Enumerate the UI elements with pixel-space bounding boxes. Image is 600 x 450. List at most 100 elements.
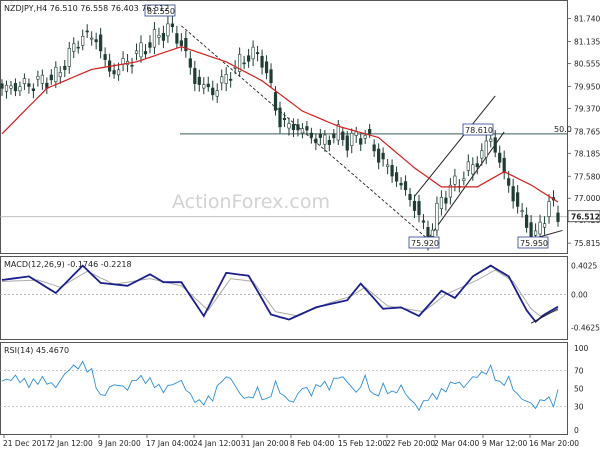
candle-body	[498, 152, 502, 163]
candle-body	[350, 132, 354, 147]
candle-body	[63, 65, 67, 70]
candle-body	[291, 123, 296, 131]
candle-body	[0, 83, 4, 89]
price-y-tick-label: 78.765	[574, 127, 600, 136]
price-y-tick-label: 79.950	[574, 82, 600, 91]
candle-body	[314, 138, 318, 144]
candle-body	[471, 164, 475, 175]
candle-body	[260, 55, 264, 68]
macd-y-tick-label: -0.4625	[571, 324, 600, 333]
candle-body	[22, 78, 27, 84]
candle-body	[27, 83, 31, 87]
candle-body	[345, 135, 349, 151]
candle-body	[179, 40, 183, 46]
candle-body	[211, 87, 215, 96]
horizontal-level-label: 50.0	[554, 125, 572, 134]
candle-body	[489, 138, 493, 142]
candle-body	[430, 229, 435, 237]
candle-body	[386, 164, 390, 168]
candle-body	[229, 78, 233, 81]
candle-body	[305, 126, 309, 131]
rsi-y-tick-label: 100	[574, 344, 589, 353]
candle-body	[453, 175, 457, 185]
candle-body	[390, 165, 394, 177]
candle-body	[134, 50, 139, 54]
candle-body	[556, 212, 560, 222]
candle-body	[466, 161, 470, 171]
candle-body	[529, 222, 533, 238]
candle-body	[444, 197, 448, 204]
candle-body	[161, 33, 166, 41]
candle-body	[13, 83, 18, 92]
rsi-y-tick-label: 50	[574, 385, 584, 394]
candle-body	[143, 51, 148, 55]
candle-body	[421, 220, 426, 223]
candle-body	[188, 58, 192, 68]
candle-body	[502, 157, 506, 174]
x-tick-label: 31 Jan 20:00	[241, 439, 289, 448]
candle-body	[40, 74, 44, 84]
candle-body	[435, 202, 439, 231]
x-tick-label: 24 Jan 12:00	[193, 439, 241, 448]
candle-body	[103, 54, 107, 60]
candle-body	[49, 74, 53, 81]
rsi-y-tick-label: 70	[574, 366, 584, 375]
candle-body	[412, 200, 417, 211]
x-tick-label: 21 Dec 2017	[3, 439, 51, 448]
candle-body	[547, 201, 551, 217]
candle-body	[175, 33, 179, 44]
price-annotation-label: 78.610	[465, 126, 493, 135]
price-y-tick-label: 80.555	[574, 60, 600, 69]
x-tick-label: 9 Mar 12:00	[482, 439, 528, 448]
candle-body	[520, 210, 524, 213]
candle-body	[242, 62, 246, 65]
candle-body	[300, 128, 305, 134]
candle-body	[116, 69, 121, 76]
candle-body	[90, 37, 94, 40]
candle-body	[516, 192, 520, 207]
candle-body	[224, 74, 228, 84]
candle-body	[255, 52, 260, 55]
price-y-tick-label: 77.000	[574, 194, 600, 203]
candle-body	[462, 178, 466, 181]
x-tick-label: 16 Mar 20:00	[529, 439, 579, 448]
candle-body	[269, 69, 273, 84]
candle-body	[525, 214, 529, 228]
candle-body	[273, 92, 278, 111]
macd-y-tick-label: 0.4025	[571, 261, 597, 270]
candle-body	[121, 58, 125, 65]
candle-body	[377, 148, 381, 163]
candle-body	[9, 85, 13, 89]
candle-body	[85, 30, 89, 33]
candle-body	[408, 193, 412, 200]
candle-body	[99, 34, 103, 52]
candle-body	[220, 76, 224, 84]
candle-body	[475, 163, 479, 168]
candle-body	[341, 131, 345, 140]
candle-body	[318, 133, 322, 138]
rsi-panel-frame	[0, 342, 568, 435]
candle-body	[193, 68, 197, 84]
candle-body	[439, 196, 444, 209]
candle-body	[81, 35, 85, 46]
candle-body	[67, 47, 71, 67]
candle-body	[296, 124, 300, 131]
candle-body	[157, 34, 161, 38]
candle-body	[72, 43, 76, 52]
candle-body	[511, 186, 515, 202]
candle-body	[480, 150, 484, 159]
candle-body	[76, 46, 80, 49]
candle-body	[327, 139, 331, 145]
candle-body	[4, 84, 9, 92]
candle-body	[484, 140, 488, 158]
candle-body	[363, 135, 367, 139]
candle-body	[368, 128, 372, 134]
candle-body	[538, 221, 542, 235]
candle-body	[278, 107, 282, 128]
candle-body	[264, 61, 269, 74]
candle-body	[31, 88, 35, 92]
price-y-tick-label: 78.185	[574, 149, 600, 158]
watermark: ActionForex.com	[172, 191, 330, 213]
x-tick-label: 2 Jan 12:00	[50, 439, 93, 448]
price-y-tick-label: 79.370	[574, 104, 600, 113]
